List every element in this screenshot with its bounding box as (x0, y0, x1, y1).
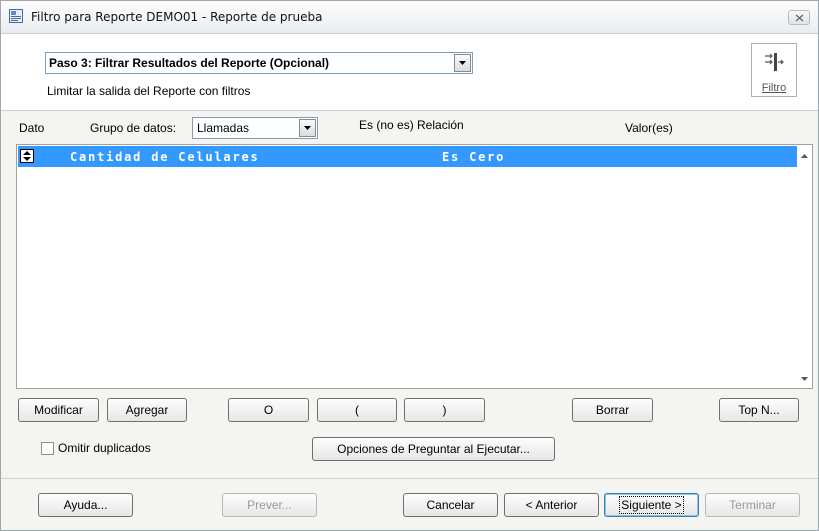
terminar-button[interactable]: Terminar (705, 493, 800, 517)
grupo-datos-value: Llamadas (197, 121, 250, 135)
step-dropdown-button[interactable] (454, 54, 471, 72)
dato-column-header: Dato (19, 121, 45, 135)
o-button[interactable]: O (228, 398, 309, 422)
open-paren-button[interactable]: ( (317, 398, 397, 422)
agregar-button[interactable]: Agregar (107, 398, 187, 422)
anterior-button[interactable]: < Anterior (504, 493, 599, 517)
borrar-button[interactable]: Borrar (572, 398, 653, 422)
opciones-preguntar-button[interactable]: Opciones de Preguntar al Ejecutar... (312, 437, 555, 461)
filter-header: Dato Grupo de datos: Llamadas Es (no es)… (1, 111, 818, 143)
grupo-datos-dropdown[interactable]: Llamadas (192, 117, 318, 139)
title-bar[interactable]: Filtro para Reporte DEMO01 - Reporte de … (1, 1, 818, 34)
omitir-duplicados-checkbox[interactable] (41, 442, 54, 455)
step-dropdown[interactable]: Paso 3: Filtrar Resultados del Reporte (… (45, 52, 473, 74)
chevron-down-icon (459, 61, 466, 65)
siguiente-button[interactable]: Siguiente > (604, 493, 699, 517)
filter-label: Filtro (761, 82, 787, 94)
modificar-button[interactable]: Modificar (18, 398, 99, 422)
step-dropdown-value: Paso 3: Filtrar Resultados del Reporte (… (49, 56, 330, 70)
ayuda-button[interactable]: Ayuda... (38, 493, 133, 517)
up-down-arrows-icon (23, 151, 31, 161)
valores-column-header: Valor(es) (625, 121, 673, 135)
report-window-icon (9, 9, 23, 23)
prever-button[interactable]: Prever... (222, 493, 317, 517)
step-panel: Paso 3: Filtrar Resultados del Reporte (… (1, 34, 818, 111)
filter-button[interactable]: Filtro (751, 43, 797, 97)
row-relacion: Es Cero (442, 150, 506, 164)
filter-row[interactable]: Cantidad de Celulares Es Cero (18, 146, 798, 167)
row-move-handle[interactable] (20, 149, 34, 163)
chevron-down-icon (304, 126, 311, 130)
filter-icon (765, 53, 784, 71)
filter-list[interactable]: Cantidad de Celulares Es Cero (16, 144, 813, 389)
omitir-duplicados-label[interactable]: Omitir duplicados (58, 441, 151, 455)
top-n-button[interactable]: Top N... (719, 398, 799, 422)
close-icon (795, 14, 804, 22)
scroll-up-icon[interactable] (801, 154, 808, 158)
close-paren-button[interactable]: ) (404, 398, 485, 422)
window-title: Filtro para Reporte DEMO01 - Reporte de … (31, 10, 323, 24)
cancelar-button[interactable]: Cancelar (403, 493, 498, 517)
footer-separator (1, 478, 818, 479)
grupo-datos-label: Grupo de datos: (90, 121, 177, 135)
row-dato: Cantidad de Celulares (70, 150, 260, 164)
dialog-window: Filtro para Reporte DEMO01 - Reporte de … (0, 0, 819, 531)
relacion-column-header: Es (no es) Relación (359, 118, 464, 132)
close-button[interactable] (788, 10, 810, 25)
grupo-datos-dropdown-button[interactable] (299, 119, 316, 137)
scroll-down-icon[interactable] (801, 377, 808, 381)
step-subtitle: Limitar la salida del Reporte con filtro… (47, 84, 251, 98)
vertical-scrollbar[interactable] (797, 145, 812, 388)
